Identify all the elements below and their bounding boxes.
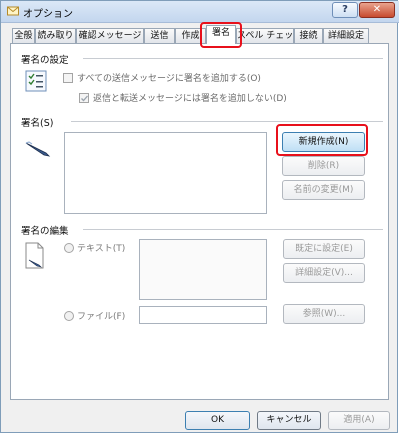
document-pen-icon: [25, 242, 44, 269]
checkmark-icon: [81, 95, 88, 102]
file-path-field[interactable]: [139, 306, 267, 324]
signatures-divider: [71, 121, 383, 122]
settings-title: 署名の設定: [21, 55, 69, 66]
delete-signature-button[interactable]: 削除(R): [282, 156, 365, 176]
radio-circle: [64, 243, 74, 253]
tab-signature[interactable]: 署名: [206, 25, 236, 44]
app-envelope-icon: [7, 6, 19, 16]
set-default-button[interactable]: 既定に設定(E): [283, 239, 365, 259]
edit-divider: [83, 229, 383, 230]
ok-button[interactable]: OK: [185, 411, 250, 430]
tab-connection[interactable]: 接続: [294, 28, 323, 43]
options-dialog: オプション ? ✕ 全般 読み取り 確認メッセージ 送信 作成 署名 スペル チ…: [0, 0, 399, 433]
checkbox-box-checked: [79, 93, 89, 103]
settings-divider: [83, 58, 383, 59]
browse-button[interactable]: 参照(W)...: [283, 304, 365, 324]
cancel-button[interactable]: キャンセル: [257, 411, 321, 430]
signatures-title: 署名(S): [21, 118, 54, 129]
window-title: オプション: [23, 9, 73, 20]
checkbox-box: [63, 73, 73, 83]
no-signature-reply-checkbox[interactable]: 返信と転送メッセージには署名を追加しない(D): [79, 91, 287, 104]
title-bar: オプション ? ✕: [1, 1, 399, 23]
edit-title: 署名の編集: [21, 226, 69, 237]
pen-icon: [25, 141, 51, 157]
add-signature-all-checkbox[interactable]: すべての送信メッセージに署名を追加する(O): [63, 71, 261, 84]
signature-text-area[interactable]: [139, 239, 267, 300]
tab-confirm[interactable]: 確認メッセージ: [76, 28, 144, 43]
add-signature-all-label: すべての送信メッセージに署名を追加する(O): [77, 74, 261, 84]
apply-button[interactable]: 適用(A): [328, 411, 390, 430]
checklist-icon: [25, 70, 47, 92]
rename-signature-button[interactable]: 名前の変更(M): [282, 180, 365, 200]
help-button[interactable]: ?: [332, 2, 358, 18]
text-radio[interactable]: テキスト(T): [64, 241, 125, 254]
file-radio[interactable]: ファイル(F): [64, 309, 125, 322]
new-signature-button[interactable]: 新規作成(N): [282, 132, 365, 152]
radio-circle: [64, 311, 74, 321]
file-radio-label: ファイル(F): [77, 312, 126, 322]
tab-read[interactable]: 読み取り: [35, 28, 76, 43]
tab-panel: 署名の設定 すべての送信メッセージに署名を追加する(O) 返信と転送メッセージに…: [10, 43, 389, 400]
no-signature-reply-label: 返信と転送メッセージには署名を追加しない(D): [93, 94, 287, 104]
tab-compose[interactable]: 作成: [175, 28, 206, 43]
signature-list[interactable]: [64, 132, 267, 214]
tab-spelling[interactable]: スペル チェック: [236, 28, 294, 43]
tab-advanced[interactable]: 詳細設定: [323, 28, 369, 43]
tab-general[interactable]: 全般: [12, 28, 35, 43]
advanced-settings-button[interactable]: 詳細設定(V)...: [283, 263, 365, 283]
close-button[interactable]: ✕: [359, 2, 395, 18]
text-radio-label: テキスト(T): [77, 244, 126, 254]
tab-send[interactable]: 送信: [144, 28, 175, 43]
